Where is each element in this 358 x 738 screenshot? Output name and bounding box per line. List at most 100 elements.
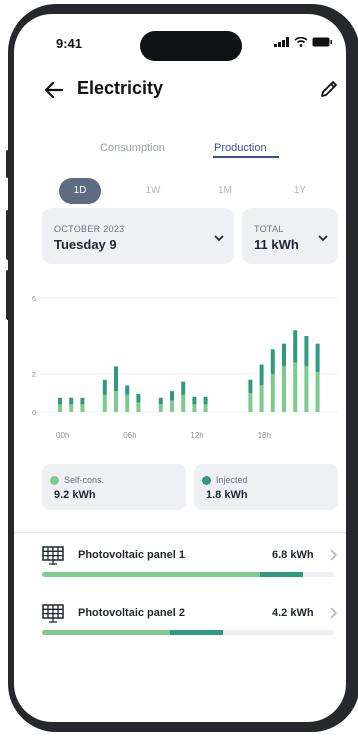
legend-self-consumption: Self-cons. 9.2 kWh (42, 464, 186, 510)
date-dropdown-value: Tuesday 9 (54, 237, 117, 252)
legend-injected-value: 1.8 kWh (206, 489, 248, 501)
panel-2-injected-fill (170, 630, 224, 635)
pencil-icon[interactable] (318, 78, 340, 100)
y-tick-label: 2 (32, 372, 36, 379)
bar-self-consumption (136, 402, 141, 412)
bar-self-consumption (170, 400, 174, 412)
top-nav: Electricity (14, 76, 346, 106)
panel-2-name: Photovoltaic panel 2 (78, 607, 185, 619)
period-1m[interactable]: 1M (212, 178, 238, 204)
period-1y[interactable]: 1Y (287, 178, 313, 204)
bar-injected (80, 397, 85, 405)
signal-icon (274, 37, 289, 47)
total-dropdown-caption: TOTAL (254, 224, 284, 234)
bar-self-consumption (125, 394, 130, 412)
system-icons (274, 37, 332, 47)
solar-panel-icon (42, 604, 64, 623)
x-tick-label: 06h (123, 431, 136, 440)
date-dropdown[interactable]: OCTOBER 2023 Tuesday 9 (42, 208, 234, 264)
injected-dot (202, 476, 211, 485)
back-arrow-icon[interactable] (42, 78, 66, 102)
chevron-down-icon (214, 235, 224, 242)
panel-2-progress (42, 630, 334, 635)
bar-self-consumption (304, 366, 309, 412)
bar-self-consumption (282, 366, 286, 412)
status-time: 9:41 (56, 36, 83, 51)
panel-1-progress (42, 572, 334, 577)
panel-1-value: 6.8 kWh (272, 549, 314, 561)
bar-self-consumption (315, 372, 320, 412)
solar-panel-icon (42, 546, 64, 565)
page-title: Electricity (77, 78, 164, 98)
self-consumption-dot (50, 476, 59, 485)
bar-injected (181, 381, 186, 395)
volume-down-button (6, 270, 10, 320)
bar-self-consumption (80, 404, 85, 412)
bar-injected (304, 336, 309, 367)
tab-active-underline (213, 156, 279, 158)
bar-self-consumption (181, 394, 186, 412)
bar-injected (58, 397, 62, 405)
date-dropdown-caption: OCTOBER 2023 (54, 224, 125, 234)
bar-self-consumption (102, 394, 107, 412)
bar-injected (69, 397, 74, 405)
total-dropdown[interactable]: TOTAL 11 kWh (242, 208, 338, 264)
panel-2-value: 4.2 kWh (272, 607, 314, 619)
legend-self-label: Self-cons. (64, 475, 105, 485)
section-divider (14, 532, 346, 533)
volume-up-button (6, 210, 10, 260)
y-tick-label: 6 (32, 296, 36, 303)
legend-injected: Injected 1.8 kWh (194, 464, 338, 510)
bar-self-consumption (158, 404, 163, 412)
period-selector: 1D 1W 1M 1Y (14, 178, 346, 208)
x-tick-label: 18h (258, 431, 271, 440)
total-dropdown-value: 11 kWh (254, 237, 299, 252)
panel-1-injected-fill (259, 572, 304, 577)
dynamic-island (140, 31, 242, 61)
bar-injected (170, 391, 174, 401)
panel-row-2[interactable]: Photovoltaic panel 2 4.2 kWh (14, 604, 346, 654)
bar-self-consumption (259, 385, 264, 412)
y-tick-label: 0 (32, 410, 36, 417)
chevron-right-icon (330, 549, 338, 561)
x-tick-label: 12h (190, 431, 203, 440)
panel-row-1[interactable]: Photovoltaic panel 1 6.8 kWh (14, 546, 346, 596)
x-tick-label: 00h (56, 431, 69, 440)
bar-self-consumption (293, 362, 298, 412)
bar-injected (158, 397, 163, 405)
bar-injected (248, 379, 253, 393)
bar-self-consumption (114, 391, 118, 412)
chevron-down-icon (318, 235, 328, 242)
mode-tabs: Consumption Production (14, 134, 346, 164)
bar-injected (114, 366, 118, 392)
bar-injected (192, 396, 197, 405)
tab-consumption[interactable]: Consumption (100, 142, 165, 154)
legend-self-value: 9.2 kWh (54, 489, 96, 501)
bar-self-consumption (203, 404, 208, 412)
panel-1-self-fill (42, 572, 260, 577)
bar-self-consumption (58, 404, 62, 412)
panel-1-name: Photovoltaic panel 1 (78, 549, 185, 561)
bar-injected (136, 393, 141, 403)
status-bar: 9:41 (14, 14, 346, 61)
period-1d[interactable]: 1D (59, 178, 101, 204)
bar-injected (282, 343, 286, 367)
bar-injected (125, 385, 130, 395)
bar-injected (270, 349, 275, 374)
bar-injected (259, 364, 264, 386)
panel-2-self-fill (42, 630, 171, 635)
legend-injected-label: Injected (216, 475, 248, 485)
bar-self-consumption (270, 374, 275, 412)
period-1w[interactable]: 1W (140, 178, 166, 204)
tab-production[interactable]: Production (214, 142, 267, 154)
bar-injected (315, 343, 320, 373)
bar-injected (203, 396, 208, 405)
chevron-right-icon (330, 607, 338, 619)
bar-self-consumption (192, 404, 197, 412)
bar-self-consumption (248, 393, 253, 412)
app-screen: 9:41 Electricity Consumption Production … (14, 14, 346, 722)
production-bar-chart: 6 2 0 00h 06h 12h 18h (32, 296, 338, 440)
wifi-icon (294, 37, 308, 47)
mute-switch (6, 150, 10, 178)
bar-injected (102, 379, 107, 395)
